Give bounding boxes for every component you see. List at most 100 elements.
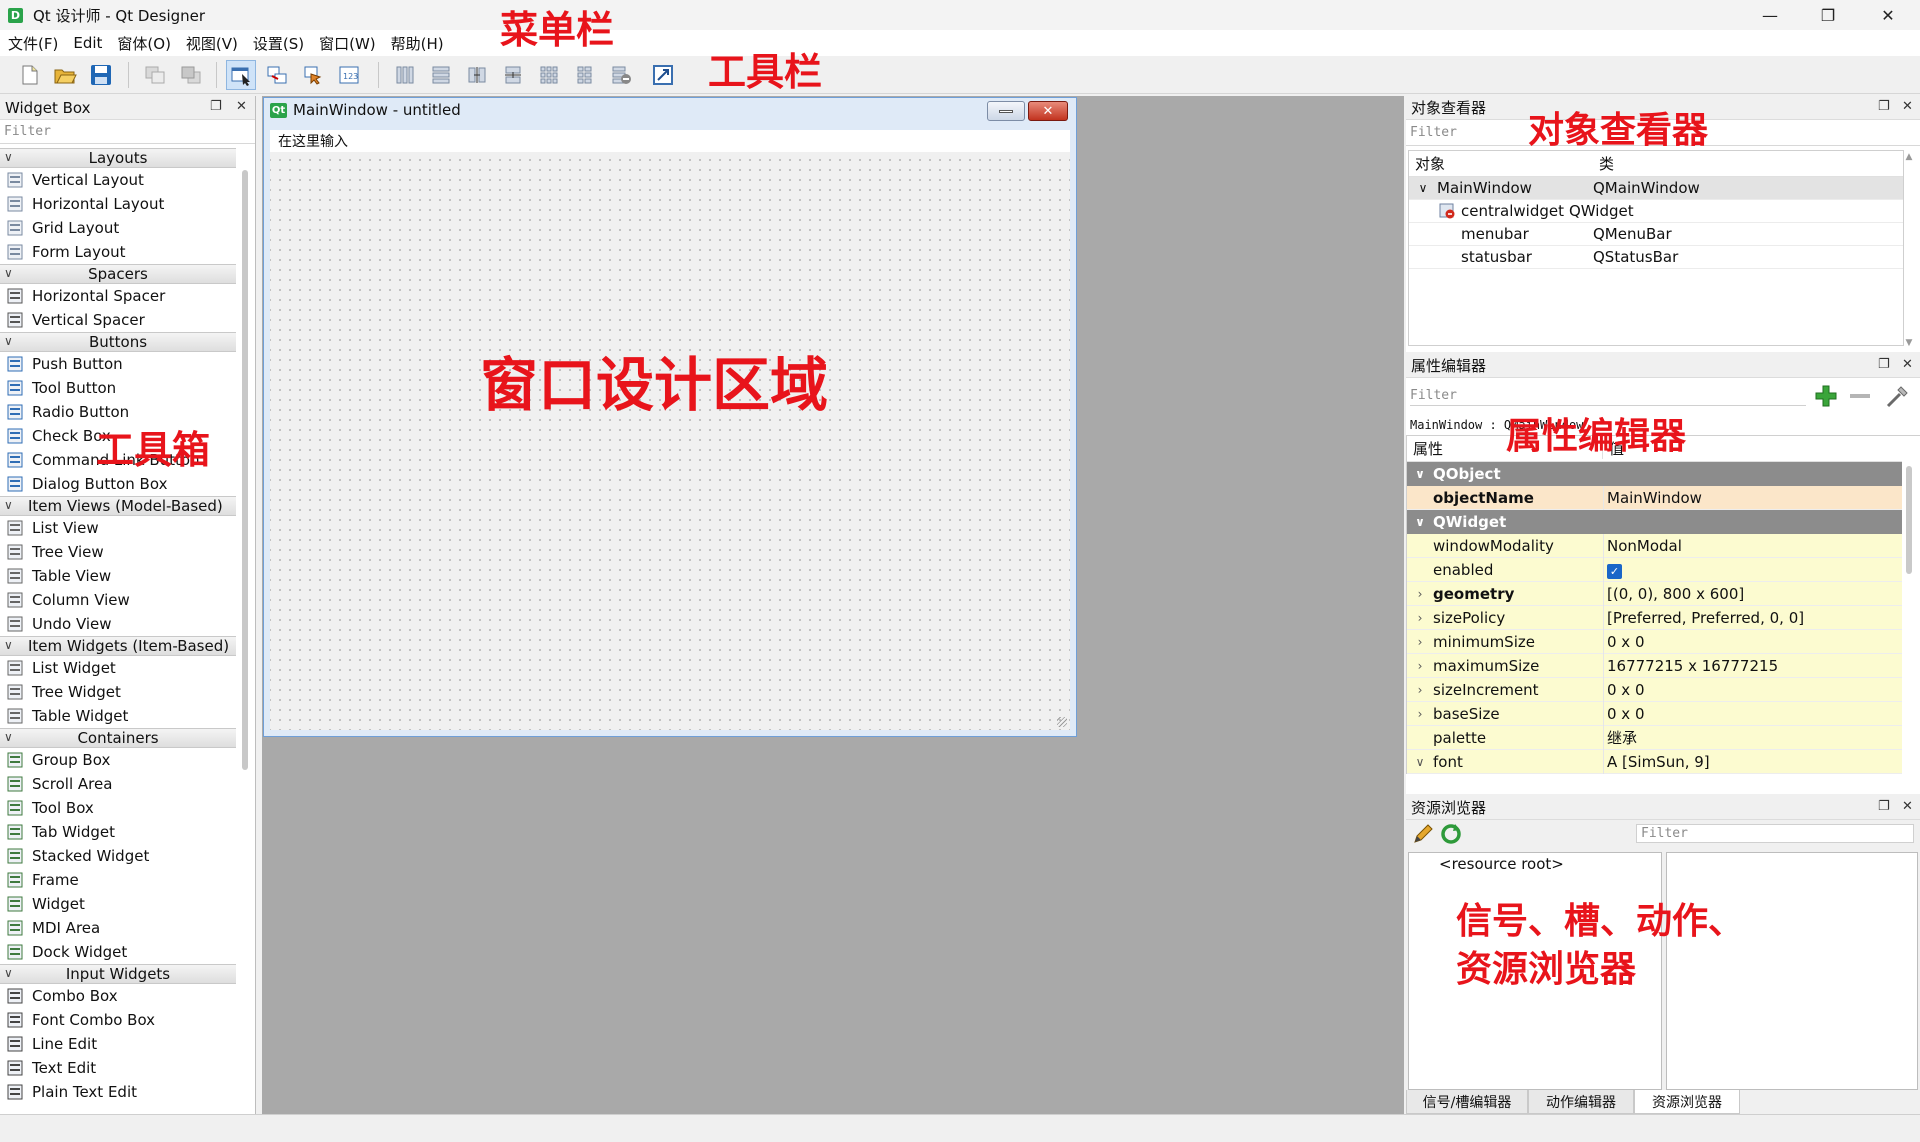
menu-edit[interactable]: Edit bbox=[73, 34, 102, 52]
form-menubar[interactable]: 在这里输入 bbox=[270, 130, 1070, 152]
property-filter-input[interactable]: Filter bbox=[1410, 386, 1806, 406]
menu-window[interactable]: 窗口(W) bbox=[319, 33, 376, 54]
widget-vertical-layout[interactable]: Vertical Layout bbox=[0, 168, 236, 192]
menu-settings[interactable]: 设置(S) bbox=[253, 33, 304, 54]
chevron-right-icon[interactable]: › bbox=[1407, 659, 1433, 673]
property-row-palette[interactable]: palette 继承 bbox=[1407, 726, 1902, 750]
form-subwindow-titlebar[interactable]: Qt MainWindow - untitled ✕ bbox=[264, 98, 1076, 122]
configure-icon[interactable] bbox=[1884, 384, 1910, 414]
minimize-icon[interactable]: — bbox=[1742, 0, 1798, 30]
menu-file[interactable]: 文件(F) bbox=[8, 33, 58, 54]
close-dock-icon[interactable]: ✕ bbox=[236, 99, 247, 114]
property-grid-scrollbar[interactable] bbox=[1906, 466, 1912, 574]
menubar-type-here[interactable]: 在这里输入 bbox=[278, 131, 348, 151]
chevron-down-icon[interactable]: ∨ bbox=[4, 638, 13, 652]
tree-row-centralwidget[interactable]: centralwidget QWidget bbox=[1409, 200, 1903, 223]
tree-row-mainwindow[interactable]: ∨ MainWindow QMainWindow bbox=[1409, 177, 1903, 200]
send-to-back-icon[interactable] bbox=[140, 60, 170, 90]
lay-out-horizontal-splitter-icon[interactable] bbox=[462, 60, 492, 90]
chevron-right-icon[interactable]: › bbox=[1407, 683, 1433, 697]
chevron-down-icon[interactable]: ∨ bbox=[1409, 181, 1437, 195]
property-row-font[interactable]: ∨ font A [SimSun, 9] bbox=[1407, 750, 1902, 774]
widget-tab-widget[interactable]: Tab Widget bbox=[0, 820, 236, 844]
widget-scroll-area[interactable]: Scroll Area bbox=[0, 772, 236, 796]
float-dock-icon[interactable]: ❐ bbox=[1878, 99, 1890, 114]
widget-undo-view[interactable]: Undo View bbox=[0, 612, 236, 636]
property-row-geometry[interactable]: › geometry [(0, 0), 800 x 600] bbox=[1407, 582, 1902, 606]
add-dynamic-property-icon[interactable] bbox=[1814, 384, 1840, 414]
category-spacers[interactable]: ∨ Spacers bbox=[0, 264, 236, 284]
reload-icon[interactable] bbox=[1440, 823, 1462, 849]
chevron-down-icon[interactable]: ∨ bbox=[1407, 755, 1433, 769]
edit-resources-icon[interactable] bbox=[1412, 823, 1434, 849]
widget-radio-button[interactable]: Radio Button bbox=[0, 400, 236, 424]
widget-horizontal-spacer[interactable]: Horizontal Spacer bbox=[0, 284, 236, 308]
property-row-minimumsize[interactable]: › minimumSize 0 x 0 bbox=[1407, 630, 1902, 654]
save-form-icon[interactable] bbox=[86, 60, 116, 90]
property-group-qobject[interactable]: ∨ QObject bbox=[1407, 462, 1902, 486]
category-input-widgets[interactable]: ∨ Input Widgets bbox=[0, 964, 236, 984]
widget-combo-box[interactable]: Combo Box bbox=[0, 984, 236, 1008]
widget-line-edit[interactable]: Line Edit bbox=[0, 1032, 236, 1056]
close-dock-icon[interactable]: ✕ bbox=[1902, 799, 1913, 814]
property-row-basesize[interactable]: › baseSize 0 x 0 bbox=[1407, 702, 1902, 726]
menu-help[interactable]: 帮助(H) bbox=[391, 33, 444, 54]
float-dock-icon[interactable]: ❐ bbox=[1878, 799, 1890, 814]
design-canvas[interactable]: 在这里输入 bbox=[270, 130, 1070, 730]
widget-push-button[interactable]: Push Button bbox=[0, 352, 236, 376]
widget-grid-layout[interactable]: Grid Layout bbox=[0, 216, 236, 240]
widget-text-edit[interactable]: Text Edit bbox=[0, 1056, 236, 1080]
widget-column-view[interactable]: Column View bbox=[0, 588, 236, 612]
edit-widgets-icon[interactable] bbox=[226, 60, 256, 90]
category-item-widgets-item-based[interactable]: ∨ Item Widgets (Item-Based) bbox=[0, 636, 236, 656]
adjust-size-icon[interactable] bbox=[648, 60, 678, 90]
category-containers[interactable]: ∨ Containers bbox=[0, 728, 236, 748]
property-row-sizeincrement[interactable]: › sizeIncrement 0 x 0 bbox=[1407, 678, 1902, 702]
widget-tree-widget[interactable]: Tree Widget bbox=[0, 680, 236, 704]
lay-out-horizontally-icon[interactable] bbox=[390, 60, 420, 90]
widget-box-scrollbar[interactable] bbox=[242, 170, 248, 770]
widget-dialog-button-box[interactable]: Dialog Button Box bbox=[0, 472, 236, 496]
resource-root-item[interactable]: <resource root> bbox=[1409, 853, 1661, 873]
col-class[interactable]: 类 bbox=[1589, 153, 1614, 174]
widget-horizontal-layout[interactable]: Horizontal Layout bbox=[0, 192, 236, 216]
widget-list-view[interactable]: List View bbox=[0, 516, 236, 540]
category-layouts[interactable]: ∨ Layouts bbox=[0, 148, 236, 168]
widget-stacked-widget[interactable]: Stacked Widget bbox=[0, 844, 236, 868]
widget-widget[interactable]: Widget bbox=[0, 892, 236, 916]
chevron-down-icon[interactable]: ∨ bbox=[4, 498, 13, 512]
chevron-down-icon[interactable]: ∨ bbox=[1407, 467, 1433, 481]
widget-tree-view[interactable]: Tree View bbox=[0, 540, 236, 564]
chevron-right-icon[interactable]: › bbox=[1407, 587, 1433, 601]
float-dock-icon[interactable]: ❐ bbox=[210, 99, 222, 114]
float-dock-icon[interactable]: ❐ bbox=[1878, 357, 1890, 372]
menu-form[interactable]: 窗体(O) bbox=[117, 33, 171, 54]
maximize-icon[interactable]: ❐ bbox=[1800, 0, 1856, 30]
lay-out-form-icon[interactable] bbox=[570, 60, 600, 90]
chevron-right-icon[interactable]: › bbox=[1407, 611, 1433, 625]
menu-view[interactable]: 视图(V) bbox=[186, 33, 238, 54]
open-form-icon[interactable] bbox=[50, 60, 80, 90]
widget-table-view[interactable]: Table View bbox=[0, 564, 236, 588]
form-minimize-icon[interactable] bbox=[987, 101, 1025, 121]
lay-out-vertically-icon[interactable] bbox=[426, 60, 456, 90]
widget-group-box[interactable]: Group Box bbox=[0, 748, 236, 772]
widget-mdi-area[interactable]: MDI Area bbox=[0, 916, 236, 940]
widget-plain-text-edit[interactable]: Plain Text Edit bbox=[0, 1080, 236, 1104]
break-layout-icon[interactable] bbox=[606, 60, 636, 90]
enabled-checkbox[interactable]: ✓ bbox=[1603, 561, 1622, 579]
resource-filter-input[interactable]: Filter bbox=[1636, 824, 1914, 843]
tree-row-statusbar[interactable]: statusbar QStatusBar bbox=[1409, 246, 1903, 269]
col-object[interactable]: 对象 bbox=[1409, 153, 1589, 174]
close-icon[interactable]: ✕ bbox=[1860, 0, 1916, 30]
widget-list-widget[interactable]: List Widget bbox=[0, 656, 236, 680]
remove-dynamic-property-icon[interactable] bbox=[1850, 394, 1870, 398]
chevron-right-icon[interactable]: › bbox=[1407, 635, 1433, 649]
chevron-right-icon[interactable]: › bbox=[1407, 707, 1433, 721]
chevron-down-icon[interactable]: ∨ bbox=[4, 334, 13, 348]
bring-to-front-icon[interactable] bbox=[176, 60, 206, 90]
widget-frame[interactable]: Frame bbox=[0, 868, 236, 892]
property-row-windowmodality[interactable]: windowModality NonModal bbox=[1407, 534, 1902, 558]
tree-row-menubar[interactable]: menubar QMenuBar bbox=[1409, 223, 1903, 246]
property-group-qwidget[interactable]: ∨ QWidget bbox=[1407, 510, 1902, 534]
